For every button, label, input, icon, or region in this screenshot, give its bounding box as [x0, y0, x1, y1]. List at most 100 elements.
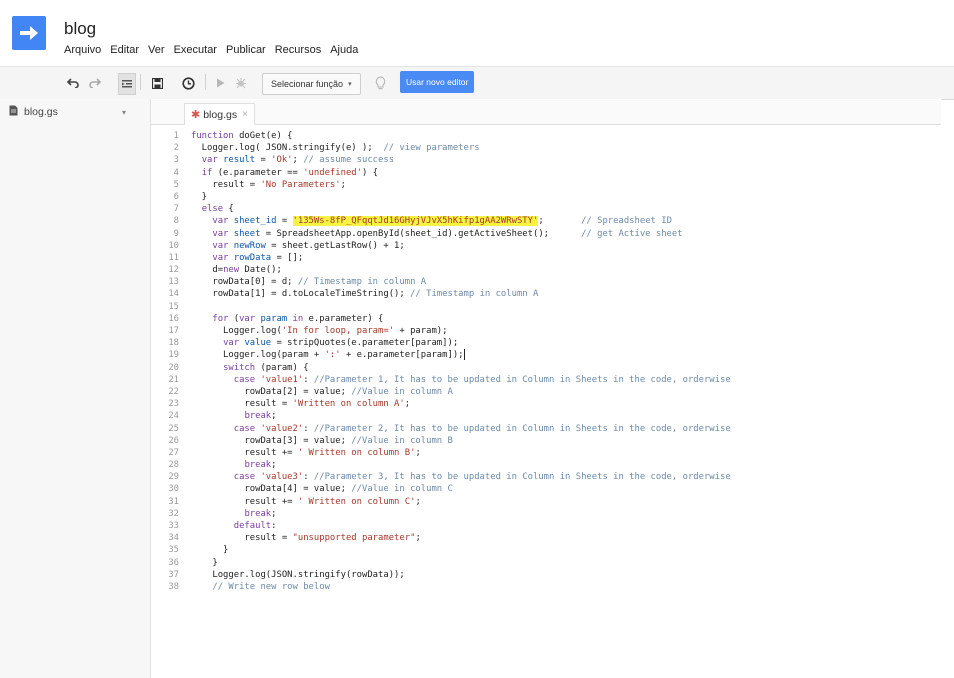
code-line[interactable]: 24 break;: [151, 410, 941, 422]
code-text[interactable]: d=new Date();: [191, 264, 281, 276]
code-text[interactable]: if (e.parameter == 'undefined') {: [191, 167, 378, 179]
code-line[interactable]: 11 var rowData = [];: [151, 252, 941, 264]
save-icon[interactable]: [150, 73, 164, 93]
code-line[interactable]: 6 }: [151, 191, 941, 203]
code-text[interactable]: result = "unsupported parameter";: [191, 532, 420, 544]
code-content[interactable]: 1 function doGet(e) {2 Logger.log( JSON.s…: [151, 130, 941, 593]
code-line[interactable]: 31 result += ' Written on column C';: [151, 496, 941, 508]
code-line[interactable]: 32 break;: [151, 508, 941, 520]
run-icon[interactable]: [214, 73, 226, 93]
menu-arquivo[interactable]: Arquivo: [64, 44, 101, 56]
code-line[interactable]: 35 }: [151, 544, 941, 556]
code-text[interactable]: var rowData = [];: [191, 252, 303, 264]
code-text[interactable]: var newRow = sheet.getLastRow() + 1;: [191, 240, 404, 252]
menu-executar[interactable]: Executar: [174, 44, 217, 56]
code-line[interactable]: 17 Logger.log('In for loop, param=' + pa…: [151, 325, 941, 337]
code-text[interactable]: rowData[3] = value; //Value in column B: [191, 435, 452, 447]
code-line[interactable]: 22 rowData[2] = value; //Value in column…: [151, 386, 941, 398]
code-line[interactable]: 34 result = "unsupported parameter";: [151, 532, 941, 544]
menu-recursos[interactable]: Recursos: [275, 44, 321, 56]
code-text[interactable]: result = 'No Parameters';: [191, 179, 346, 191]
sidebar-file-item[interactable]: blog.gs ▾: [0, 100, 148, 124]
code-line[interactable]: 38 // Write new row below: [151, 581, 941, 593]
code-text[interactable]: result += ' Written on column B';: [191, 447, 420, 459]
redo-icon[interactable]: [88, 73, 102, 93]
code-text[interactable]: Logger.log('In for loop, param=' + param…: [191, 325, 447, 337]
code-text[interactable]: break;: [191, 508, 276, 520]
code-line[interactable]: 8 var sheet_id = '135Ws-8fP_QFqqtJd16GHy…: [151, 215, 941, 227]
code-line[interactable]: 37 Logger.log(JSON.stringify(rowData));: [151, 569, 941, 581]
code-text[interactable]: else {: [191, 203, 234, 215]
code-text[interactable]: for (var param in e.parameter) {: [191, 313, 383, 325]
lightbulb-icon[interactable]: [374, 73, 386, 93]
close-icon[interactable]: ×: [242, 109, 248, 120]
code-line[interactable]: 18 var value = stripQuotes(e.parameter[p…: [151, 337, 941, 349]
code-text[interactable]: function doGet(e) {: [191, 130, 293, 142]
code-text[interactable]: var sheet_id = '135Ws-8fP_QFqqtJd16GHyjV…: [191, 215, 672, 227]
line-number: 31: [168, 496, 179, 507]
code-line[interactable]: 25 case 'value2': //Parameter 2, It has …: [151, 423, 941, 435]
code-text[interactable]: }: [191, 544, 228, 556]
code-line[interactable]: 2 Logger.log( JSON.stringify(e) ); // vi…: [151, 142, 941, 154]
code-text[interactable]: rowData[0] = d; // Timestamp in column A: [191, 276, 426, 288]
use-new-editor-button[interactable]: Usar novo editor: [400, 71, 475, 93]
code-line[interactable]: 5 result = 'No Parameters';: [151, 179, 941, 191]
code-text[interactable]: break;: [191, 410, 276, 422]
code-text[interactable]: var value = stripQuotes(e.parameter[para…: [191, 337, 458, 349]
menu-ver[interactable]: Ver: [148, 44, 165, 56]
code-text[interactable]: case 'value1': //Parameter 1, It has to …: [191, 374, 731, 386]
apps-script-logo[interactable]: [12, 16, 46, 50]
code-line[interactable]: 33 default:: [151, 520, 941, 532]
debug-icon[interactable]: [234, 73, 248, 93]
indent-icon[interactable]: [118, 73, 136, 95]
code-text[interactable]: var sheet = SpreadsheetApp.openById(shee…: [191, 228, 682, 240]
code-line[interactable]: 16 for (var param in e.parameter) {: [151, 313, 941, 325]
code-line[interactable]: 1 function doGet(e) {: [151, 130, 941, 142]
code-text[interactable]: switch (param) {: [191, 362, 309, 374]
code-line[interactable]: 23 result = 'Written on column A';: [151, 398, 941, 410]
code-line[interactable]: 21 case 'value1': //Parameter 1, It has …: [151, 374, 941, 386]
code-text[interactable]: case 'value2': //Parameter 2, It has to …: [191, 423, 731, 435]
code-line[interactable]: 3 var result = 'Ok'; // assume success: [151, 154, 941, 166]
triggers-clock-icon[interactable]: [180, 73, 196, 93]
code-text[interactable]: rowData[1] = d.toLocaleTimeString(); // …: [191, 288, 538, 300]
chevron-down-icon[interactable]: ▾: [122, 108, 126, 117]
code-line[interactable]: 20 switch (param) {: [151, 362, 941, 374]
menu-publicar[interactable]: Publicar: [226, 44, 266, 56]
code-text[interactable]: Logger.log(JSON.stringify(rowData));: [191, 569, 404, 581]
code-text[interactable]: }: [191, 191, 207, 203]
code-line[interactable]: 28 break;: [151, 459, 941, 471]
code-line[interactable]: 14 rowData[1] = d.toLocaleTimeString(); …: [151, 288, 941, 300]
code-line[interactable]: 19 Logger.log(param + ':' + e.parameter[…: [151, 349, 941, 361]
undo-icon[interactable]: [66, 73, 80, 93]
code-line[interactable]: 30 rowData[4] = value; //Value in column…: [151, 483, 941, 495]
code-text[interactable]: rowData[4] = value; //Value in column C: [191, 483, 452, 495]
code-text[interactable]: case 'value3': //Parameter 3, It has to …: [191, 471, 731, 483]
code-line[interactable]: 4 if (e.parameter == 'undefined') {: [151, 167, 941, 179]
project-title[interactable]: blog: [64, 19, 96, 39]
code-line[interactable]: 15: [151, 301, 941, 313]
code-text[interactable]: }: [191, 557, 217, 569]
code-text[interactable]: Logger.log( JSON.stringify(e) ); // view…: [191, 142, 480, 154]
function-select[interactable]: Selecionar função ▾: [262, 73, 361, 95]
code-line[interactable]: 12 d=new Date();: [151, 264, 941, 276]
code-text[interactable]: var result = 'Ok'; // assume success: [191, 154, 394, 166]
menu-ajuda[interactable]: Ajuda: [330, 44, 358, 56]
tab-blog-gs[interactable]: ✱ blog.gs ×: [184, 103, 255, 125]
code-line[interactable]: 13 rowData[0] = d; // Timestamp in colum…: [151, 276, 941, 288]
code-text[interactable]: break;: [191, 459, 276, 471]
code-line[interactable]: 26 rowData[3] = value; //Value in column…: [151, 435, 941, 447]
code-text[interactable]: default:: [191, 520, 277, 532]
code-text[interactable]: Logger.log(param + ':' + e.parameter[par…: [191, 349, 465, 361]
code-text[interactable]: result = 'Written on column A';: [191, 398, 410, 410]
code-text[interactable]: // Write new row below: [191, 581, 330, 593]
code-line[interactable]: 7 else {: [151, 203, 941, 215]
code-line[interactable]: 29 case 'value3': //Parameter 3, It has …: [151, 471, 941, 483]
code-line[interactable]: 27 result += ' Written on column B';: [151, 447, 941, 459]
code-line[interactable]: 36 }: [151, 557, 941, 569]
code-line[interactable]: 9 var sheet = SpreadsheetApp.openById(sh…: [151, 228, 941, 240]
code-text[interactable]: rowData[2] = value; //Value in column A: [191, 386, 452, 398]
code-text[interactable]: result += ' Written on column C';: [191, 496, 420, 508]
code-line[interactable]: 10 var newRow = sheet.getLastRow() + 1;: [151, 240, 941, 252]
menu-editar[interactable]: Editar: [110, 44, 139, 56]
